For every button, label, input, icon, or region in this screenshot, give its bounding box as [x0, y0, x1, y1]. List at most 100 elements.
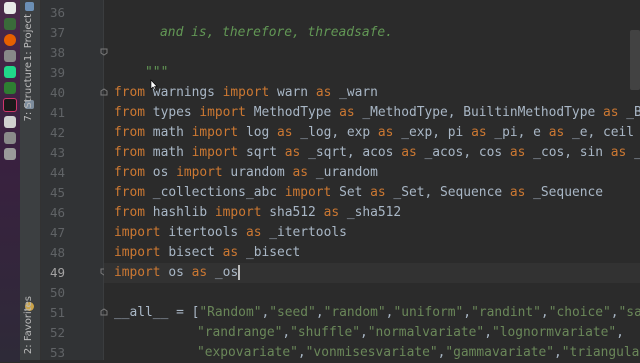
code-line-43[interactable]: from math import sqrt as _sqrt, acos as … — [114, 143, 640, 163]
line-number: 38 — [49, 45, 65, 60]
code-text: _log, exp — [292, 125, 378, 140]
intellij-icon[interactable] — [3, 98, 17, 112]
line-number: 36 — [49, 5, 65, 20]
code-text: urandom — [222, 165, 293, 180]
code-line-49[interactable]: import os as _os — [114, 263, 240, 283]
keyword-from: from — [114, 205, 146, 220]
string-literal: "randrange" — [197, 325, 283, 340]
line-number: 51 — [49, 305, 65, 320]
module-name: math — [145, 145, 192, 160]
code-text: MethodType — [245, 105, 340, 120]
alias-name: _warn — [331, 85, 378, 100]
tab-favorites[interactable]: 2: Favorites — [23, 296, 34, 354]
pycharm-icon[interactable] — [4, 66, 16, 78]
line-number: 48 — [49, 245, 65, 260]
code-text: _bisect — [238, 245, 301, 260]
keyword-as: as — [548, 125, 565, 140]
code-line-53[interactable]: "expovariate","vonmisesvariate","gammava… — [197, 343, 640, 360]
keyword-as: as — [284, 145, 301, 160]
string-literal: "random" — [323, 305, 386, 320]
string-literal: "seed" — [269, 305, 316, 320]
keyword-import: import — [199, 105, 246, 120]
code-text: _si — [626, 145, 640, 160]
keyword-as: as — [377, 125, 394, 140]
code-text: _itertools — [261, 225, 347, 240]
keyword-as: as — [245, 225, 262, 240]
settings-icon[interactable] — [4, 132, 16, 144]
string-literal: "choice" — [548, 305, 611, 320]
current-line-number: 49 — [49, 265, 65, 280]
keyword-import: import — [191, 145, 239, 160]
mouse-cursor-icon — [150, 79, 158, 91]
keyword-import: import — [214, 205, 262, 220]
code-text: _Sequence — [525, 185, 603, 200]
code-editor[interactable]: and is, therefore, threadsafe. """ from … — [104, 0, 640, 360]
code-text: = [ — [168, 305, 200, 320]
string-literal: "expovariate" — [197, 345, 298, 360]
text-caret — [238, 265, 240, 280]
tab-structure[interactable]: 7: Structure — [23, 62, 34, 121]
keyword-from: from — [114, 185, 146, 200]
imported-name: warn — [269, 85, 316, 100]
code-text: _MethodType, BuiltinMethodType — [354, 105, 603, 120]
keyword-from: from — [114, 145, 146, 160]
code-line-45[interactable]: from _collections_abc import Set as _Set… — [114, 183, 603, 203]
keyword-as: as — [509, 185, 526, 200]
keyword-import: import — [191, 125, 239, 140]
keyword-as: as — [471, 125, 487, 140]
string-literal: "shuffle" — [290, 325, 360, 340]
tool-window-bar: 1: Project 7: Structure 2: Favorites — [20, 0, 41, 360]
line-number: 53 — [49, 345, 65, 360]
project-icon — [25, 2, 34, 11]
firefox-icon[interactable] — [4, 34, 16, 46]
code-line-51[interactable]: __all__ = ["Random","seed","random","uni… — [114, 303, 640, 323]
code-line-46[interactable]: from hashlib import sha512 as _sha512 — [114, 203, 401, 223]
keyword-import: import — [222, 85, 270, 100]
string-literal: "randint" — [471, 305, 541, 320]
code-line-41[interactable]: from types import MethodType as _MethodT… — [114, 103, 640, 123]
line-number: 45 — [49, 185, 65, 200]
module-name: os — [145, 165, 177, 180]
code-line-44[interactable]: from os import urandom as _urandom — [114, 163, 378, 183]
keyword-as: as — [509, 145, 526, 160]
files-icon[interactable] — [4, 50, 16, 62]
code-line-42[interactable]: from math import log as _log, exp as _ex… — [114, 123, 640, 143]
line-number: 52 — [49, 325, 65, 340]
keyword-import: import — [284, 185, 332, 200]
spreadsheet-icon[interactable] — [4, 82, 16, 94]
code-text: _Set, Sequence — [385, 185, 510, 200]
code-text: os — [160, 265, 192, 280]
keyword-as: as — [191, 265, 208, 280]
line-number: 39 — [49, 65, 65, 80]
code-text: _cos, sin — [525, 145, 611, 160]
code-text: itertools — [160, 225, 246, 240]
line-number: 46 — [49, 205, 65, 220]
keyword-as: as — [323, 205, 340, 220]
docstring-end: """ — [145, 65, 169, 80]
module-name: math — [145, 125, 192, 140]
terminal-icon[interactable] — [4, 18, 16, 30]
code-text: _sha512 — [339, 205, 402, 220]
trash-icon[interactable] — [4, 148, 16, 160]
module-name: _collections_abc — [145, 185, 285, 200]
editor-icon[interactable] — [4, 116, 16, 128]
keyword-from: from — [114, 105, 146, 120]
keyword-as: as — [610, 145, 627, 160]
keyword-import: import — [114, 225, 161, 240]
code-line-36[interactable]: and is, therefore, threadsafe. — [129, 3, 393, 63]
code-text: Set — [331, 185, 371, 200]
code-text: _acos, cos — [416, 145, 510, 160]
module-name: hashlib — [145, 205, 215, 220]
code-line-47[interactable]: import itertools as _itertools — [114, 223, 347, 243]
code-text: sqrt — [238, 145, 285, 160]
line-number-gutter[interactable]: 36 37 38 39 40 41 42 43 44 45 46 47 48 4… — [41, 0, 108, 360]
code-text: _e, ceil — [564, 125, 640, 140]
keyword-as: as — [370, 185, 386, 200]
tab-project[interactable]: 1: Project — [23, 14, 34, 61]
code-text: _Bui — [626, 105, 640, 120]
code-line-48[interactable]: import bisect as _bisect — [114, 243, 300, 263]
app-icon[interactable] — [4, 2, 16, 14]
code-line-52[interactable]: "randrange","shuffle","normalvariate","l… — [197, 323, 624, 343]
keyword-import: import — [114, 245, 161, 260]
vertical-scrollbar-thumb[interactable] — [630, 30, 640, 90]
